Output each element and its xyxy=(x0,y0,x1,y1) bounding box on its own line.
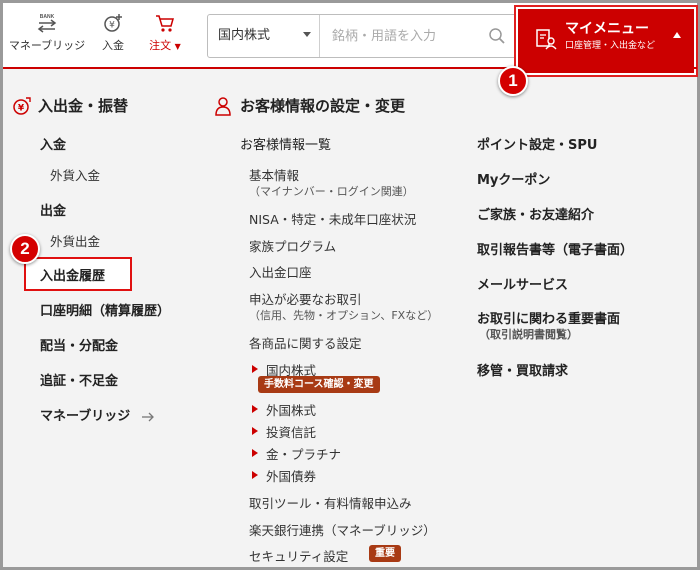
money-bridge-link-label: マネーブリッジ xyxy=(40,409,131,424)
chevron-down-icon xyxy=(303,32,311,37)
person-icon xyxy=(215,97,231,116)
important-tag: 重要 xyxy=(369,545,401,562)
chevron-right-icon xyxy=(141,412,154,421)
step-badge-1: 1 xyxy=(498,66,528,96)
order-nav-label: 注文 xyxy=(149,39,172,52)
money-bridge-nav-label: マネーブリッジ xyxy=(8,39,86,52)
section-title-text: 入出金・振替 xyxy=(38,97,129,115)
deposit-nav-label: 入金 xyxy=(102,39,124,52)
my-menu-subtitle: 口座管理・入出金など xyxy=(565,41,656,51)
account-manage-icon xyxy=(536,29,557,50)
bank-transfer-icon: BANK xyxy=(37,14,57,33)
rakuten-bank-link[interactable]: 楽天銀行連携（マネーブリッジ） xyxy=(249,520,436,539)
account-statement-link[interactable]: 口座明細（精算履歴） xyxy=(40,300,170,319)
search-input[interactable] xyxy=(320,15,516,57)
cart-icon xyxy=(156,15,174,32)
bullet-triangle-icon xyxy=(252,365,258,373)
dividend-link[interactable]: 配当・分配金 xyxy=(40,335,118,354)
fee-course-tag[interactable]: 手数料コース確認・変更 xyxy=(258,376,380,393)
foreign-bond-link[interactable]: 外国債券 xyxy=(266,466,316,485)
important-documents-sub: （取引説明書閲覧） xyxy=(479,328,578,341)
search-bar: 国内株式 xyxy=(207,14,517,58)
family-program-link[interactable]: 家族プログラム xyxy=(249,236,336,255)
deposit-history-link[interactable]: 入出金履歴 xyxy=(40,265,105,284)
family-friend-referral-link[interactable]: ご家族・お友達紹介 xyxy=(477,204,594,223)
customer-info-section-title: お客様情報の設定・変更 xyxy=(214,95,514,117)
bullet-triangle-icon xyxy=(252,471,258,479)
apply-trade-link[interactable]: 申込が必要なお取引 xyxy=(249,289,362,308)
security-settings-link[interactable]: セキュリティ設定 xyxy=(249,546,348,565)
nisa-link[interactable]: NISA・特定・未成年口座状況 xyxy=(249,209,416,228)
step-badge-2: 2 xyxy=(10,234,40,264)
withdrawal-link[interactable]: 出金 xyxy=(40,200,66,219)
trading-tools-link[interactable]: 取引ツール・有料情報申込み xyxy=(249,493,412,512)
basic-info-sub: （マイナンバー・ログイン関連） xyxy=(249,185,414,198)
yen-deposit-icon: ¥ xyxy=(104,14,122,32)
investment-trust-link[interactable]: 投資信託 xyxy=(266,422,316,441)
deposit-link[interactable]: 入金 xyxy=(40,134,66,153)
apply-trade-sub: （信用、先物・オプション、FXなど） xyxy=(249,309,439,322)
basic-info-link[interactable]: 基本情報 xyxy=(249,165,299,184)
important-documents-link[interactable]: お取引に関わる重要書面 xyxy=(477,308,620,327)
point-settings-link[interactable]: ポイント設定・SPU xyxy=(477,134,597,153)
section-title-text: お客様情報の設定・変更 xyxy=(240,97,406,115)
yen-transfer-icon: ¥ xyxy=(13,97,31,115)
gold-platinum-link[interactable]: 金・プラチナ xyxy=(266,444,341,463)
market-select[interactable]: 国内株式 xyxy=(208,15,320,57)
chevron-up-icon xyxy=(673,32,681,38)
trade-reports-link[interactable]: 取引報告書等（電子書面） xyxy=(477,239,633,258)
header-divider xyxy=(3,67,697,69)
foreign-stock-link[interactable]: 外国株式 xyxy=(266,400,316,419)
bank-account-link[interactable]: 入出金口座 xyxy=(249,262,312,281)
market-select-value: 国内株式 xyxy=(218,28,271,43)
bullet-triangle-icon xyxy=(252,427,258,435)
foreign-withdrawal-link[interactable]: 外貨出金 xyxy=(50,231,100,250)
svg-text:BANK: BANK xyxy=(40,14,55,20)
svg-text:¥: ¥ xyxy=(109,21,115,31)
bullet-triangle-icon xyxy=(252,405,258,413)
mail-service-link[interactable]: メールサービス xyxy=(477,274,568,293)
my-menu-title: マイメニュー xyxy=(565,21,649,37)
search-icon[interactable] xyxy=(488,27,506,45)
margin-call-link[interactable]: 追証・不足金 xyxy=(40,370,118,389)
my-menu-button[interactable]: マイメニュー 口座管理・入出金など xyxy=(518,9,694,73)
customer-info-list-link[interactable]: お客様情報一覧 xyxy=(240,134,331,153)
my-coupon-link[interactable]: Myクーポン xyxy=(477,169,550,188)
order-nav-button[interactable]: 注文 ▼ xyxy=(143,13,187,53)
svg-text:¥: ¥ xyxy=(18,104,25,114)
deposit-nav-button[interactable]: ¥ 入金 xyxy=(93,13,133,53)
bullet-triangle-icon xyxy=(252,449,258,457)
order-caret-icon: ▼ xyxy=(174,42,181,51)
deposit-withdrawal-section-title: ¥ 入出金・振替 xyxy=(12,95,202,117)
foreign-deposit-link[interactable]: 外貨入金 xyxy=(50,165,100,184)
money-bridge-nav-button[interactable]: BANK マネーブリッジ xyxy=(7,13,87,53)
product-settings-link[interactable]: 各商品に関する設定 xyxy=(249,333,362,352)
money-bridge-link[interactable]: マネーブリッジ xyxy=(40,405,155,424)
transfer-purchase-link[interactable]: 移管・買取請求 xyxy=(477,360,568,379)
